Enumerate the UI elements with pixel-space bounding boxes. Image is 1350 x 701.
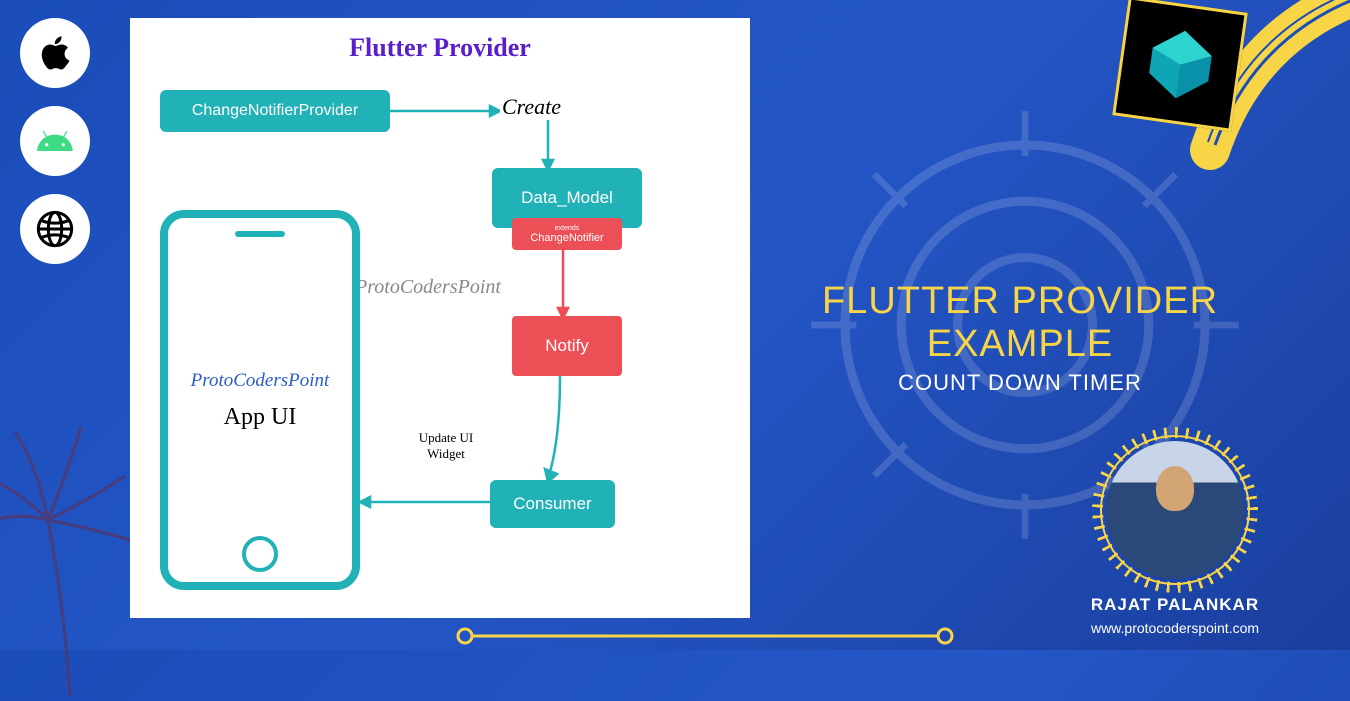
bottom-divider <box>455 626 955 646</box>
diagram-card: Flutter Provider ChangeNotifierProvider … <box>130 18 750 618</box>
create-label: Create <box>502 94 561 120</box>
author-website: www.protocoderspoint.com <box>1050 620 1300 636</box>
headline: FLUTTER PROVIDER EXAMPLE COUNT DOWN TIME… <box>750 280 1290 396</box>
change-notifier-provider-box: ChangeNotifierProvider <box>160 90 390 132</box>
diagram-title: Flutter Provider <box>145 33 735 63</box>
phone-brand-text: ProtoCodersPoint <box>191 370 330 392</box>
update-ui-label: Update UI Widget <box>406 430 486 462</box>
phone-app-ui-text: App UI <box>224 404 297 431</box>
author-photo-badge <box>1100 435 1250 585</box>
watermark-text: ProtoCodersPoint <box>355 276 501 299</box>
headline-main: FLUTTER PROVIDER EXAMPLE <box>750 280 1290 366</box>
platform-icons-sidebar <box>20 18 90 264</box>
author-name: RAJAT PALANKAR <box>1050 595 1300 615</box>
change-notifier-box: extendsChangeNotifier <box>512 218 622 250</box>
notify-box: Notify <box>512 316 622 376</box>
flutter-logo-badge <box>1112 0 1248 132</box>
android-icon <box>20 106 90 176</box>
phone-mockup: ProtoCodersPoint App UI <box>160 210 360 590</box>
apple-icon <box>20 18 90 88</box>
globe-icon <box>20 194 90 264</box>
consumer-box: Consumer <box>490 480 615 528</box>
headline-sub: COUNT DOWN TIMER <box>750 370 1290 396</box>
